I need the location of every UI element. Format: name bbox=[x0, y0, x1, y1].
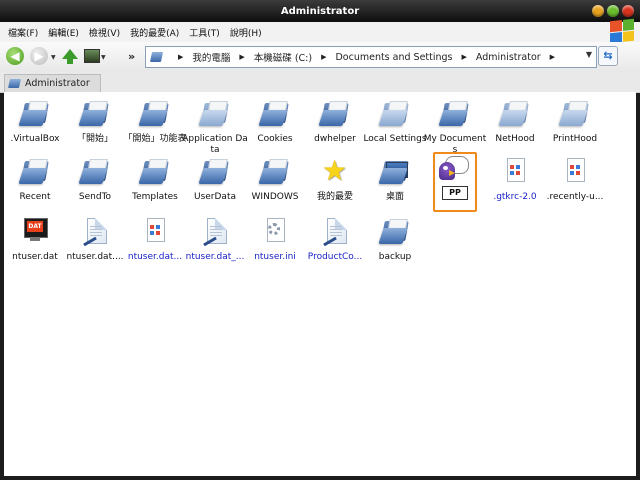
star-icon: ★ bbox=[322, 154, 348, 187]
item-label: ntuser.ini bbox=[254, 252, 296, 262]
menu-tools[interactable]: 工具(T) bbox=[184, 26, 225, 39]
back-arrow-icon: ◀ bbox=[10, 49, 20, 63]
menu-file[interactable]: 檔案(F) bbox=[0, 26, 43, 39]
item-label: Cookies bbox=[257, 134, 293, 144]
folder-icon bbox=[78, 156, 111, 188]
breadcrumb-separator-icon[interactable]: ▶ bbox=[550, 53, 555, 61]
menu-help[interactable]: 說明(H) bbox=[225, 26, 267, 39]
item-label: dwhelper bbox=[314, 134, 356, 144]
close-button[interactable] bbox=[622, 5, 634, 17]
maximize-button[interactable] bbox=[607, 5, 619, 17]
item-label: SendTo bbox=[78, 192, 112, 202]
forward-dropdown-icon[interactable]: ▼ bbox=[51, 54, 56, 61]
folder-icon bbox=[18, 156, 51, 188]
menu-edit[interactable]: 編輯(E) bbox=[43, 26, 84, 39]
folder-icon bbox=[198, 156, 231, 188]
folder-icon bbox=[438, 98, 471, 130]
item-label: backup bbox=[378, 252, 412, 262]
folder-icon bbox=[378, 216, 411, 248]
breadcrumb-my-computer[interactable]: 我的電腦 bbox=[192, 50, 230, 64]
item-label: .recently-u... bbox=[546, 192, 604, 202]
item-label: NetHood bbox=[495, 134, 535, 144]
folder-icon bbox=[8, 79, 21, 88]
forward-arrow-icon: ▶ bbox=[34, 49, 44, 63]
breadcrumb-separator-icon[interactable]: ▶ bbox=[321, 53, 326, 61]
views-button[interactable] bbox=[84, 49, 100, 63]
folder-icon bbox=[258, 98, 291, 130]
item-label: 「開始」功能表 bbox=[123, 134, 187, 144]
folder-icon bbox=[498, 98, 531, 130]
item-label: .gtkrc-2.0 bbox=[493, 192, 537, 202]
breadcrumb-separator-icon[interactable]: ▶ bbox=[239, 53, 244, 61]
address-folder-icon bbox=[149, 51, 164, 63]
back-button[interactable]: ◀ bbox=[6, 47, 24, 65]
item-label: Application Data bbox=[182, 134, 248, 155]
windows-logo-icon bbox=[610, 18, 634, 44]
folder-icon bbox=[258, 156, 291, 188]
refresh-icon: ⇆ bbox=[603, 49, 613, 62]
desktop-folder-icon bbox=[378, 156, 411, 188]
folder-icon bbox=[138, 98, 171, 130]
item-label: ntuser.dat... bbox=[127, 252, 183, 262]
folder-icon bbox=[78, 98, 111, 130]
breadcrumb-separator-icon[interactable]: ▶ bbox=[462, 53, 467, 61]
settings-file-icon bbox=[259, 216, 291, 248]
breadcrumb-administrator[interactable]: Administrator bbox=[476, 52, 541, 63]
item-label: .VirtualBox bbox=[10, 134, 60, 144]
item-label: Templates bbox=[132, 192, 178, 202]
folder-icon bbox=[378, 98, 411, 130]
breadcrumb-separator-icon[interactable]: ▶ bbox=[178, 53, 183, 61]
item-label: ntuser.dat bbox=[12, 252, 58, 262]
address-bar[interactable]: ▶ 我的電腦 ▶ 本機磁碟 (C:) ▶ Documents and Setti… bbox=[145, 46, 597, 68]
item-label: Recent bbox=[19, 192, 51, 202]
file-view[interactable]: .VirtualBox 「開始」 「開始」功能表 Application Dat… bbox=[4, 92, 636, 476]
up-arrow-icon bbox=[67, 58, 73, 64]
folder-icon bbox=[138, 156, 171, 188]
tab-administrator[interactable]: Administrator bbox=[4, 74, 101, 92]
minimize-button[interactable] bbox=[592, 5, 604, 17]
window-controls bbox=[592, 5, 634, 17]
tab-bar: Administrator bbox=[0, 72, 640, 93]
toolbar-overflow-chevron[interactable]: » bbox=[128, 50, 135, 63]
config-file-icon bbox=[499, 156, 531, 188]
folder-icon bbox=[18, 98, 51, 130]
address-dropdown-icon[interactable]: ▼ bbox=[586, 50, 592, 59]
refresh-go-button[interactable]: ⇆ bbox=[598, 46, 618, 66]
menu-view[interactable]: 檢視(V) bbox=[84, 26, 125, 39]
views-dropdown-icon[interactable]: ▼ bbox=[101, 54, 106, 61]
title-bar: Administrator bbox=[0, 0, 640, 22]
document-icon bbox=[79, 216, 111, 248]
folder-icon bbox=[558, 98, 591, 130]
document-icon bbox=[199, 216, 231, 248]
document-icon bbox=[319, 216, 351, 248]
dat-file-icon: DAT bbox=[19, 216, 51, 248]
item-label: 「開始」 bbox=[76, 134, 113, 144]
item-label: ntuser.dat_... bbox=[185, 252, 245, 262]
folder-icon bbox=[318, 98, 351, 130]
pp-app-icon: PP bbox=[437, 156, 469, 200]
config-file-icon bbox=[139, 216, 171, 248]
forward-button[interactable]: ▶ bbox=[30, 47, 48, 65]
menu-bar: 檔案(F) 編輯(E) 檢視(V) 我的最愛(A) 工具(T) 說明(H) bbox=[0, 22, 640, 42]
breadcrumb-documents-and-settings[interactable]: Documents and Settings bbox=[335, 52, 452, 63]
item-label: PrintHood bbox=[552, 134, 598, 144]
item-label: 我的最愛 bbox=[316, 192, 353, 202]
item-label: UserData bbox=[193, 192, 236, 202]
item-label: ProductCo... bbox=[307, 252, 363, 262]
config-file-icon bbox=[559, 156, 591, 188]
item-label: 桌面 bbox=[385, 192, 404, 202]
item-label: WINDOWS bbox=[251, 192, 299, 202]
folder-icon bbox=[198, 98, 231, 130]
item-label: PP bbox=[442, 186, 468, 200]
tab-label: Administrator bbox=[25, 78, 90, 89]
window-title: Administrator bbox=[280, 6, 360, 17]
item-label: Local Settings bbox=[363, 134, 427, 144]
toolbar: ◀ ▶ ▼ ▼ » ▶ 我的電腦 ▶ 本機磁碟 (C:) ▶ Documents… bbox=[0, 42, 640, 73]
menu-favorites[interactable]: 我的最愛(A) bbox=[125, 26, 184, 39]
item-label: ntuser.dat.... bbox=[66, 252, 124, 262]
breadcrumb-local-disk[interactable]: 本機磁碟 (C:) bbox=[254, 50, 312, 64]
